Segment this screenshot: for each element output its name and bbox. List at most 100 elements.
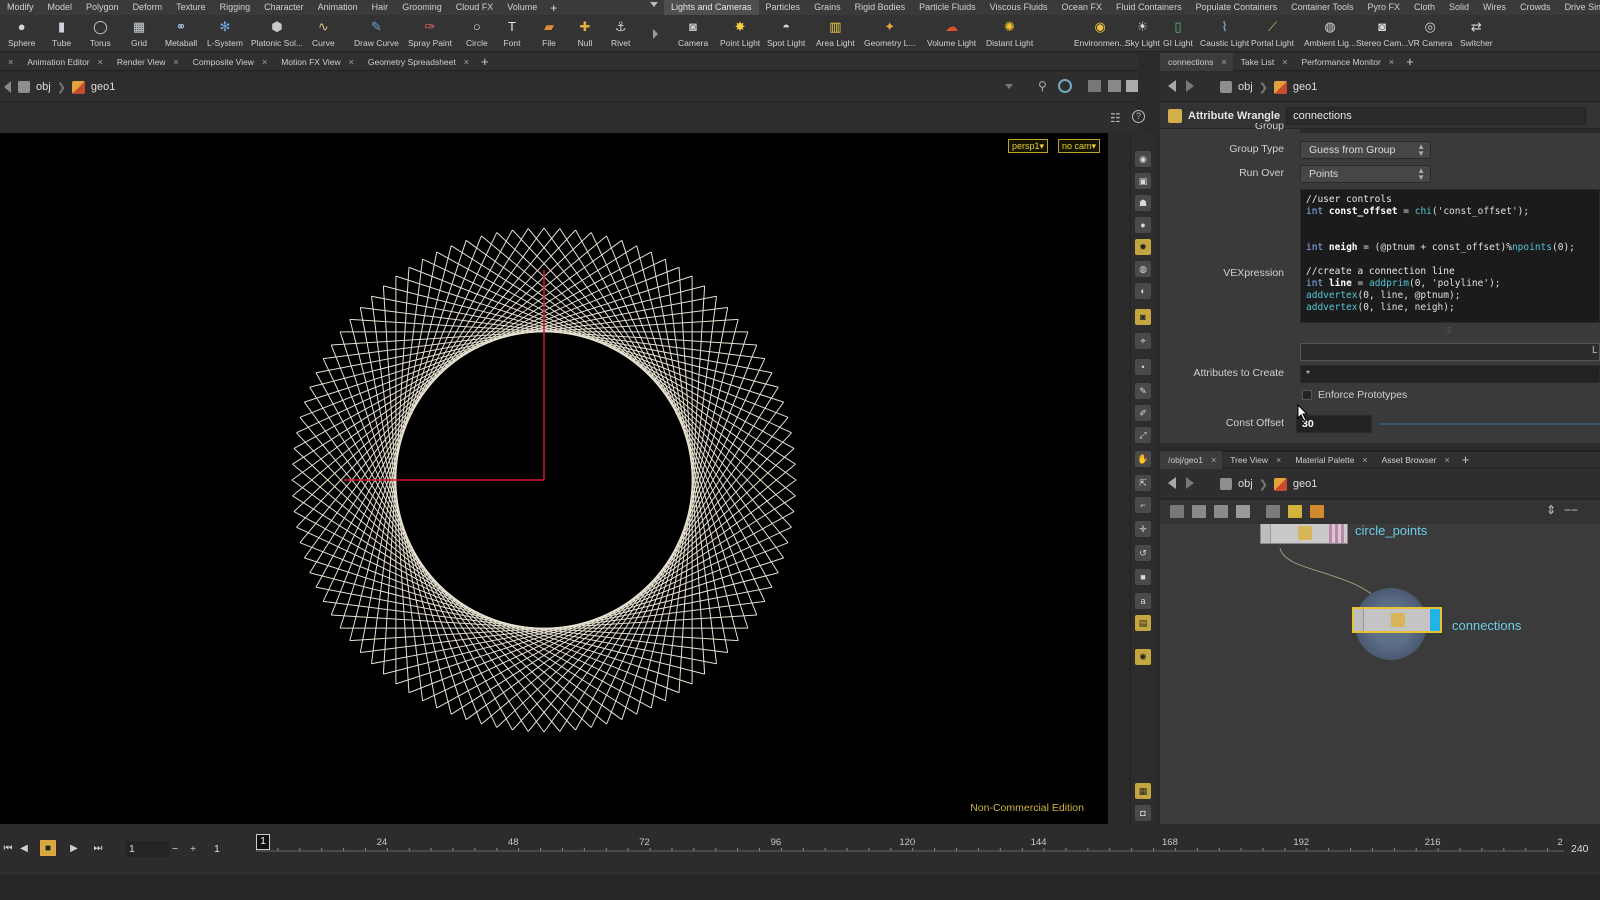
float-pane-icon[interactable] xyxy=(1126,80,1138,92)
tab-close-icon[interactable]: × xyxy=(1389,53,1394,71)
shelf-tab-grooming[interactable]: Grooming xyxy=(395,0,449,15)
maximize-pane-icon[interactable] xyxy=(1108,80,1121,92)
shelf-tab-pyro-fx[interactable]: Pyro FX xyxy=(1361,0,1408,15)
forward-arrow-icon[interactable] xyxy=(1186,80,1194,92)
shelf-tool-point-light[interactable]: ✸ Point Light xyxy=(720,15,760,52)
shelf-tool-circle[interactable]: ○ Circle xyxy=(466,15,488,52)
shelf-tab-volume[interactable]: Volume xyxy=(500,0,544,15)
tab-performance-monitor[interactable]: Performance Monitor × xyxy=(1293,53,1400,71)
back-arrow-icon[interactable] xyxy=(4,81,11,93)
tab-take-list[interactable]: Take List × xyxy=(1233,53,1294,71)
tab-motion-fx-view[interactable]: Motion FX View × xyxy=(273,53,360,71)
tab-composite-view[interactable]: Composite View × xyxy=(185,53,274,71)
shelf-tool-null[interactable]: ✚ Null xyxy=(576,15,594,52)
breadcrumb[interactable]: obj ❯ geo1 xyxy=(1220,474,1317,494)
shelf-tab-deform[interactable]: Deform xyxy=(126,0,170,15)
shelf-tool-stereo-cam[interactable]: ◙ Stereo Cam... xyxy=(1356,15,1408,52)
shelf-tool-file[interactable]: ▰ File xyxy=(540,15,558,52)
breadcrumb-obj[interactable]: obj xyxy=(36,81,51,93)
node-label-connections[interactable]: connections xyxy=(1452,618,1521,633)
no-cam-menu[interactable]: no cam▾ xyxy=(1058,139,1101,153)
shelf-tab-ocean-fx[interactable]: Ocean FX xyxy=(1055,0,1110,15)
shelf-tool-draw-curve[interactable]: ✎ Draw Curve xyxy=(354,15,399,52)
rotate-icon[interactable]: ↺ xyxy=(1135,545,1151,561)
text-icon[interactable]: a xyxy=(1135,593,1151,609)
shelf-tab-texture[interactable]: Texture xyxy=(169,0,213,15)
tree-icon[interactable] xyxy=(1170,505,1184,518)
shelf-tool-vr-camera[interactable]: ◎ VR Camera xyxy=(1408,15,1452,52)
shelf-tab-animation[interactable]: Animation xyxy=(311,0,365,15)
run-over-menu[interactable]: Points ▲ ▼ xyxy=(1300,165,1431,183)
frame-decrement-button[interactable]: − xyxy=(172,841,178,857)
shelf-tab-viscous-fluids[interactable]: Viscous Fluids xyxy=(983,0,1055,15)
node-connections[interactable] xyxy=(1352,607,1442,633)
forward-arrow-icon[interactable] xyxy=(1186,477,1194,489)
stop-icon[interactable]: ■ xyxy=(40,840,56,856)
tab-animation-editor[interactable]: Animation Editor × xyxy=(19,53,109,71)
breadcrumb-obj[interactable]: obj xyxy=(1238,478,1253,490)
bulb-side-icon[interactable]: ✺ xyxy=(1135,649,1151,665)
shelf-tool-volume-light[interactable]: ☁ Volume Light xyxy=(927,15,976,52)
layout-grid-icon[interactable]: ▦ xyxy=(1135,783,1151,799)
breadcrumb[interactable]: obj ❯ geo1 xyxy=(1220,77,1317,97)
play-reverse-icon[interactable]: ◀ xyxy=(16,840,32,856)
enforce-prototypes-toggle[interactable]: Enforce Prototypes xyxy=(1302,389,1407,401)
tab-geometry-spreadsheet[interactable]: Geometry Spreadsheet × xyxy=(360,53,475,71)
node-name-field[interactable]: connections xyxy=(1286,106,1587,125)
frame-increment-button[interactable]: + xyxy=(190,841,196,857)
breadcrumb-geo[interactable]: geo1 xyxy=(1293,81,1317,93)
shelf-tool-area-light[interactable]: ▥ Area Light xyxy=(816,15,855,52)
snap-icon[interactable]: ⌖ xyxy=(1135,333,1151,349)
node-label-circle-points[interactable]: circle_points xyxy=(1355,524,1427,538)
shelf-tab-populate-containers[interactable]: Populate Containers xyxy=(1189,0,1285,15)
shelf-tool-portal-light[interactable]: ⟋ Portal Light xyxy=(1251,15,1294,52)
shelf-tab-lights-and-cameras[interactable]: Lights and Cameras xyxy=(664,0,759,15)
tab-close-icon[interactable]: × xyxy=(1211,451,1216,469)
shelf-tool-switcher[interactable]: ⇄ Switcher xyxy=(1460,15,1493,52)
vex-code-editor[interactable]: //user controls int const_offset = chi('c… xyxy=(1300,189,1600,323)
shelf-tool-environmen[interactable]: ◉ Environmen... xyxy=(1074,15,1126,52)
shelf-tool-spot-light[interactable]: ◓ Spot Light xyxy=(767,15,805,52)
tab-close-icon[interactable]: × xyxy=(464,53,469,71)
back-arrow-icon[interactable] xyxy=(1168,80,1176,92)
dot-icon[interactable]: • xyxy=(1135,359,1151,375)
sticky-note-icon[interactable] xyxy=(1288,505,1302,518)
brush-icon[interactable]: ✐ xyxy=(1135,405,1151,421)
tab-close-icon[interactable]: × xyxy=(349,53,354,71)
tab-close-icon[interactable]: × xyxy=(262,53,267,71)
shelf-tool-sphere[interactable]: ● Sphere xyxy=(8,15,35,52)
shelf-tool-torus[interactable]: ◯ Torus xyxy=(90,15,111,52)
shelf-tool-caustic-light[interactable]: ⌇ Caustic Light xyxy=(1200,15,1249,52)
vex-expression-field[interactable] xyxy=(1300,343,1600,361)
add-tab-icon[interactable]: + xyxy=(1406,54,1414,69)
snapshot-icon[interactable]: ◘ xyxy=(1135,805,1151,821)
shelf-tool-gi-light[interactable]: ▯ GI Light xyxy=(1163,15,1193,52)
pen-icon[interactable]: ✎ xyxy=(1135,383,1151,399)
tab-close-icon[interactable]: × xyxy=(1444,451,1449,469)
split-pane-icon[interactable] xyxy=(1088,80,1101,92)
help-icon[interactable]: ? xyxy=(1132,110,1145,123)
shelf-tab-rigging[interactable]: Rigging xyxy=(213,0,258,15)
group-field[interactable] xyxy=(1300,129,1600,133)
headlight-icon[interactable]: ◐ xyxy=(1135,283,1151,299)
add-tab-icon[interactable]: + xyxy=(1462,452,1470,467)
point-light-side-icon[interactable]: ◍ xyxy=(1135,261,1151,277)
shelf-dropdown-icon[interactable] xyxy=(650,2,658,7)
tab-material-palette[interactable]: Material Palette × xyxy=(1287,451,1373,469)
shelf-tab-wires[interactable]: Wires xyxy=(1476,0,1513,15)
shelf-tool-font[interactable]: T Font xyxy=(503,15,521,52)
shelf-tool-geometry-l[interactable]: ✦ Geometry L... xyxy=(864,15,916,52)
shelf-tab-model[interactable]: Model xyxy=(41,0,80,15)
network-box-icon[interactable] xyxy=(1310,505,1324,518)
image-icon[interactable] xyxy=(1266,505,1280,518)
resize-handle-icon[interactable]: ⁞⁞⁞ xyxy=(1445,326,1452,335)
tab-asset-browser[interactable]: Asset Browser × xyxy=(1374,451,1456,469)
scene-viewport[interactable]: persp1▾ no cam▾ Non-Commercial Edition xyxy=(0,133,1108,824)
back-arrow-icon[interactable] xyxy=(1168,477,1176,489)
shelf-tool-grid[interactable]: ▦ Grid xyxy=(130,15,148,52)
shelf-tab-drive-simu[interactable]: Drive Simu xyxy=(1558,0,1600,15)
box-icon[interactable]: ■ xyxy=(1135,569,1151,585)
network-editor[interactable]: circle_points connections xyxy=(1160,524,1600,824)
tab-close-icon[interactable]: × xyxy=(1282,53,1287,71)
shelf-tab-solid[interactable]: Solid xyxy=(1442,0,1476,15)
